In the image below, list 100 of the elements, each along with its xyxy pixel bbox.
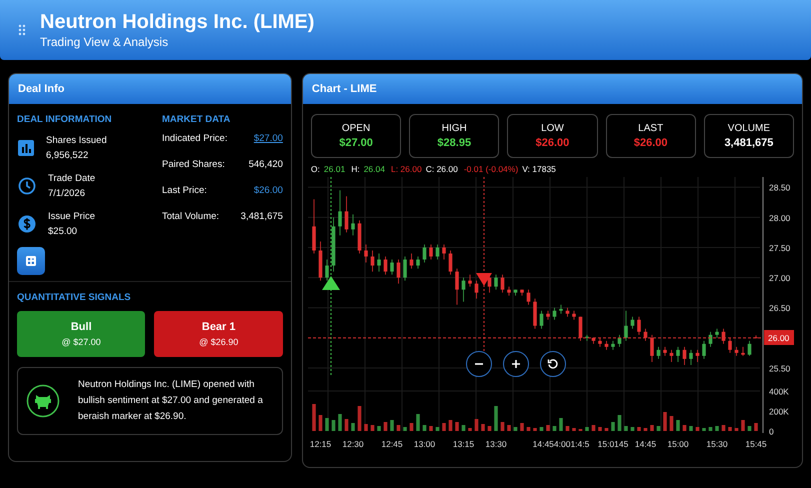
calculator-button[interactable] xyxy=(17,247,45,275)
bar xyxy=(526,427,530,431)
candlestick xyxy=(682,346,686,366)
signal-button[interactable]: Bear 1 @ $26.90 xyxy=(154,311,283,357)
plus-icon xyxy=(510,359,521,369)
market-label: Paired Shares: xyxy=(162,159,225,170)
candlestick xyxy=(585,334,589,342)
market-label: Last Price: xyxy=(162,185,207,196)
candlestick xyxy=(396,259,400,284)
candlestick xyxy=(650,334,654,362)
stat-value: $28.95 xyxy=(437,137,472,149)
grip-icon[interactable] xyxy=(18,24,26,36)
bar xyxy=(422,425,426,431)
bar xyxy=(390,420,394,431)
candlestick xyxy=(455,268,459,306)
market-value: 3,481,675 xyxy=(240,211,283,222)
bar xyxy=(748,426,752,431)
candlestick xyxy=(377,253,381,272)
bar xyxy=(540,427,544,431)
signal-button[interactable]: Bull @ $27.00 xyxy=(17,311,146,357)
candlestick xyxy=(656,346,660,360)
candlestick xyxy=(702,340,706,360)
bar xyxy=(592,425,596,431)
bar xyxy=(611,422,615,431)
axis-label: 200K xyxy=(768,406,789,416)
reset-icon xyxy=(546,358,559,370)
bar xyxy=(448,420,452,431)
zoom-in-button[interactable] xyxy=(502,351,529,377)
app-subtitle: Trading View & Analysis xyxy=(40,34,170,50)
candlestick xyxy=(526,289,530,306)
price-tag: 26.00 xyxy=(764,330,794,345)
candlestick xyxy=(624,310,628,342)
bar xyxy=(546,425,550,431)
legend-text: V: 17835 xyxy=(522,164,556,176)
section-heading: DEAL INFORMATION xyxy=(17,114,113,125)
axis-label: 0 xyxy=(768,426,774,436)
reset-button[interactable] xyxy=(540,351,566,377)
bar xyxy=(682,425,686,431)
section-heading: MARKET DATA xyxy=(162,114,232,125)
bar xyxy=(364,424,368,431)
candlestick xyxy=(384,256,388,275)
candlestick xyxy=(644,328,648,342)
candlestick xyxy=(598,337,602,348)
bar xyxy=(332,420,336,431)
candlestick xyxy=(507,286,511,296)
candlestick xyxy=(748,340,752,356)
legend-text: C: 26.00 xyxy=(426,164,458,176)
bar xyxy=(494,406,498,431)
candlestick xyxy=(500,274,504,294)
legend-text: -0.01 (-0.04%) xyxy=(464,164,518,176)
deal-label: Issue Price xyxy=(48,210,95,224)
candlestick xyxy=(722,328,726,344)
candlestick xyxy=(741,346,745,356)
bar xyxy=(637,427,641,431)
axis-label: 15:45 xyxy=(745,439,767,449)
up-triangle-icon xyxy=(322,276,340,290)
candlestick xyxy=(436,244,440,260)
axis-label: 15:0145 xyxy=(598,439,628,449)
deal-value: $25.00 xyxy=(48,225,78,239)
bar xyxy=(500,422,504,431)
bar xyxy=(396,425,400,431)
candlestick xyxy=(364,244,368,263)
bar xyxy=(520,423,524,431)
candlestick xyxy=(410,253,414,269)
candlestick xyxy=(468,274,472,288)
stat-label: OPEN xyxy=(342,123,370,134)
bar xyxy=(318,415,322,431)
bar xyxy=(416,414,420,431)
candlestick xyxy=(663,346,667,356)
price-link[interactable]: $27.00 xyxy=(254,133,283,144)
bar xyxy=(481,424,485,431)
bar xyxy=(436,427,440,431)
bar xyxy=(370,425,374,431)
market-value: 546,420 xyxy=(248,159,283,170)
legend-text: H: xyxy=(351,164,360,176)
bar xyxy=(663,412,667,431)
candlestick xyxy=(604,340,608,350)
candlestick xyxy=(611,340,615,350)
axis-label: 400K xyxy=(768,386,789,396)
candlestick xyxy=(572,310,576,320)
bar xyxy=(708,427,712,431)
candlestick xyxy=(728,337,732,354)
candlestick xyxy=(715,328,719,338)
zoom-out-button[interactable] xyxy=(466,351,492,377)
bar xyxy=(728,427,732,431)
axis-label: 13:30 xyxy=(485,439,507,449)
stat-value: $26.00 xyxy=(536,137,570,149)
axis-label: 15:00 xyxy=(667,439,689,449)
candlestick xyxy=(540,310,544,330)
bar xyxy=(604,428,608,431)
bar xyxy=(533,428,537,431)
pig-icon xyxy=(26,384,60,418)
deal-value: 6,956,522 xyxy=(46,149,90,163)
bar xyxy=(650,425,654,431)
bar-chart-icon xyxy=(18,140,34,156)
candlestick xyxy=(708,331,712,348)
bar xyxy=(377,426,381,431)
candlestick xyxy=(676,346,680,362)
bar xyxy=(676,420,680,431)
candlestick xyxy=(696,349,700,362)
